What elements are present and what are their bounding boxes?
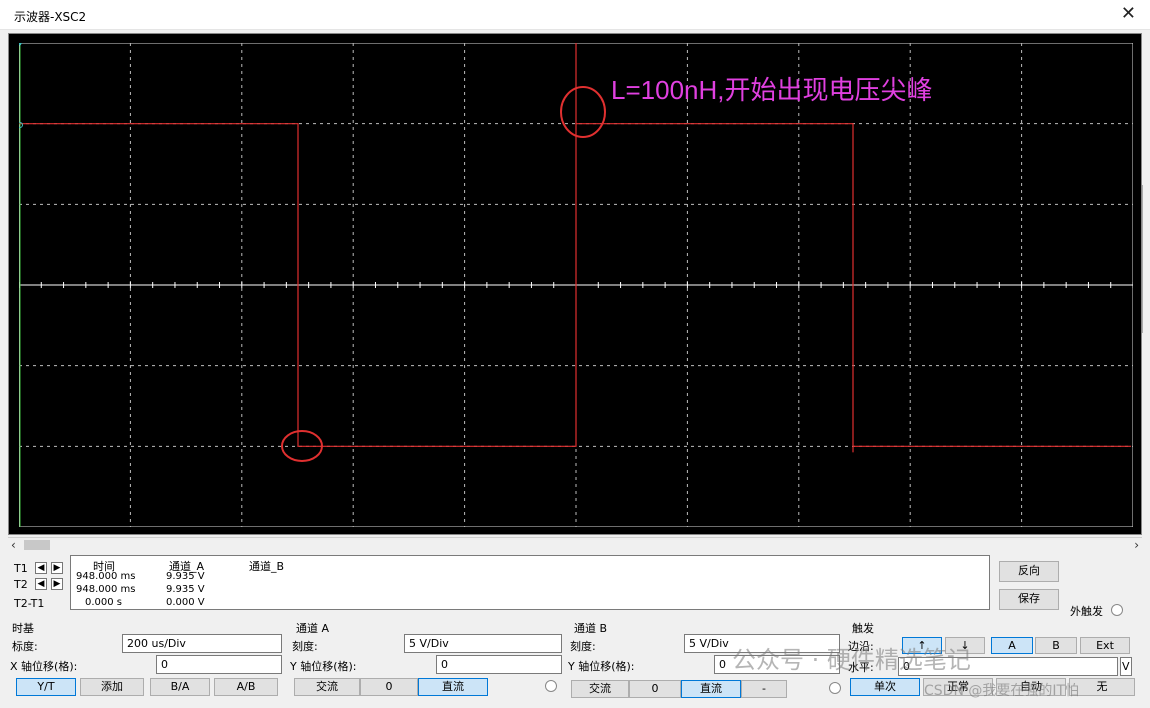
channel-a-group: 通道 A 刻度: 5 V/Div Y 轴位移(格): 0 交流 0 直流 — [288, 616, 566, 708]
t1-channel-a: 9.935 V — [166, 571, 205, 582]
header-channel-b: 通道_B — [249, 560, 285, 573]
cursor-labels: T1 ◀ ▶ T2 ◀ ▶ T2-T1 — [8, 554, 70, 612]
x-position-field[interactable]: 0 — [156, 655, 282, 674]
channel-a-ypos-field[interactable]: 0 — [436, 655, 562, 674]
oscilloscope-window: 示波器-XSC2 ✕ L=100nH,开始出现电压尖峰 ‹ › T1 ◀ ▶ T… — [0, 0, 1150, 708]
t2-label: T2 — [14, 578, 28, 591]
scope-display: L=100nH,开始出现电压尖峰 — [8, 33, 1142, 535]
t2-t1-label: T2-T1 — [14, 597, 45, 610]
title-bar: 示波器-XSC2 ✕ — [0, 0, 1150, 30]
channel-b-zero-button[interactable]: 0 — [629, 680, 681, 698]
background-window-edge — [1142, 185, 1150, 333]
reverse-button[interactable]: 反向 — [999, 561, 1059, 582]
ba-mode-button[interactable]: B/A — [150, 678, 210, 696]
channel-a-radio[interactable] — [545, 680, 557, 692]
channel-a-ypos-label: Y 轴位移(格): — [290, 660, 357, 673]
ab-mode-button[interactable]: A/B — [214, 678, 278, 696]
annotation-text: L=100nH,开始出现电压尖峰 — [611, 75, 932, 105]
timebase-scale-field[interactable]: 200 us/Div — [122, 634, 282, 653]
close-icon[interactable]: ✕ — [1121, 4, 1136, 24]
x-position-label: X 轴位移(格): — [10, 660, 78, 673]
timebase-scale-label: 标度: — [12, 640, 38, 653]
t1-left-arrow-icon[interactable]: ◀ — [35, 562, 47, 574]
channel-a-scale-field[interactable]: 5 V/Div — [404, 634, 562, 653]
t1-label: T1 — [14, 562, 28, 575]
channel-b-scale-label: 刻度: — [570, 640, 596, 653]
scroll-left-icon[interactable]: ‹ — [11, 538, 16, 552]
channel-a-dc-button[interactable]: 直流 — [418, 678, 488, 696]
trigger-source-b-button[interactable]: B — [1035, 637, 1077, 654]
timebase-title: 时基 — [12, 622, 34, 635]
scroll-right-icon[interactable]: › — [1134, 538, 1139, 552]
channel-b-radio[interactable] — [829, 682, 841, 694]
add-mode-button[interactable]: 添加 — [80, 678, 144, 696]
window-title: 示波器-XSC2 — [14, 10, 87, 24]
trigger-source-ext-button[interactable]: Ext — [1080, 637, 1130, 654]
channel-a-zero-button[interactable]: 0 — [360, 678, 418, 696]
channel-b-ypos-label: Y 轴位移(格): — [568, 660, 635, 673]
t1-right-arrow-icon[interactable]: ▶ — [51, 562, 63, 574]
horizontal-scrollbar[interactable]: ‹ › — [8, 537, 1142, 552]
delta-time: 0.000 s — [85, 597, 123, 608]
single-mode-button[interactable]: 单次 — [850, 678, 920, 696]
cursor-readout-panel: T1 ◀ ▶ T2 ◀ ▶ T2-T1 时间 通道_A 通道_B 948.000… — [8, 554, 992, 612]
t2-time: 948.000 ms — [76, 584, 136, 595]
channel-a-title: 通道 A — [296, 622, 330, 635]
save-button[interactable]: 保存 — [999, 589, 1059, 610]
channel-b-dc-button[interactable]: 直流 — [681, 680, 741, 698]
timebase-group: 时基 标度: 200 us/Div X 轴位移(格): 0 Y/T 添加 B/A… — [8, 616, 286, 708]
channel-a-ac-button[interactable]: 交流 — [294, 678, 360, 696]
scroll-thumb[interactable] — [24, 540, 50, 550]
channel-b-title: 通道 B — [574, 622, 608, 635]
watermark-wechat: 公众号 · 硬件精选笔记 — [732, 646, 971, 674]
cursor-readout-table: 时间 通道_A 通道_B 948.000 ms 9.935 V 948.000 … — [70, 555, 990, 610]
channel-a-scale-label: 刻度: — [292, 640, 318, 653]
channel-b-minus-button[interactable]: - — [741, 680, 787, 698]
trigger-title: 触发 — [852, 622, 874, 635]
watermark-csdn: CSDN @我要在强的IT怕 — [924, 683, 1080, 699]
delta-channel-a: 0.000 V — [166, 597, 205, 608]
trigger-source-a-button[interactable]: A — [991, 637, 1033, 654]
t2-left-arrow-icon[interactable]: ◀ — [35, 578, 47, 590]
ext-trigger-radio[interactable] — [1111, 604, 1123, 616]
t2-channel-a: 9.935 V — [166, 584, 205, 595]
channel-b-ac-button[interactable]: 交流 — [571, 680, 629, 698]
t2-right-arrow-icon[interactable]: ▶ — [51, 578, 63, 590]
level-unit[interactable]: V — [1120, 657, 1132, 676]
yt-mode-button[interactable]: Y/T — [16, 678, 76, 696]
scope-screen: L=100nH,开始出现电压尖峰 — [19, 43, 1133, 527]
t1-time: 948.000 ms — [76, 571, 136, 582]
